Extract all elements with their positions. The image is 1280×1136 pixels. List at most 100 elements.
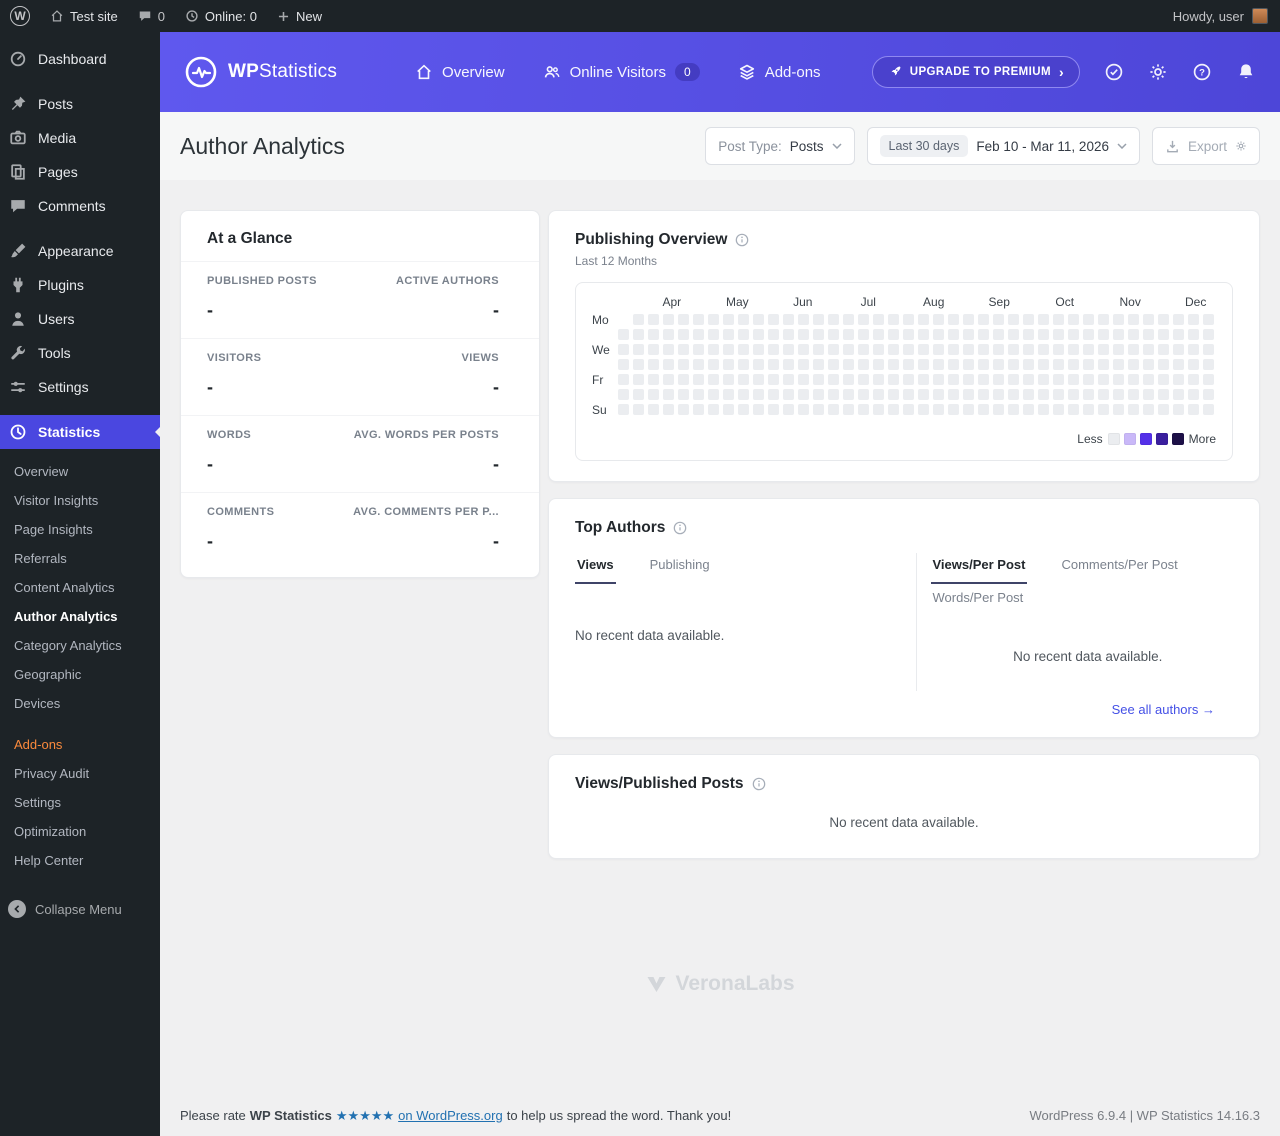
heatmap-cell xyxy=(1023,329,1034,340)
date-range-picker[interactable]: Last 30 days Feb 10 - Mar 11, 2026 xyxy=(866,127,1140,165)
export-button[interactable]: Export xyxy=(1151,127,1260,165)
sidebar-item-users[interactable]: Users xyxy=(0,302,160,336)
header-nav-online-visitors[interactable]: Online Visitors 0 xyxy=(543,63,700,81)
account-menu[interactable]: Howdy, user xyxy=(1161,0,1280,32)
sidebar-item-pages[interactable]: Pages xyxy=(0,155,160,189)
wordpress-menu[interactable]: W xyxy=(0,0,40,32)
heatmap-cell xyxy=(738,389,749,400)
sidebar-item-appearance[interactable]: Appearance xyxy=(0,234,160,268)
tab-publishing[interactable]: Publishing xyxy=(648,553,712,584)
wordpress-org-link[interactable]: on WordPress.org xyxy=(398,1108,503,1123)
collapse-menu-button[interactable]: Collapse Menu xyxy=(0,891,160,927)
sidebar-item-plugins[interactable]: Plugins xyxy=(0,268,160,302)
heatmap-cell xyxy=(633,389,644,400)
heatmap-cell xyxy=(993,404,1004,415)
submenu-item-settings[interactable]: Settings xyxy=(0,788,160,817)
submenu-item-visitor-insights[interactable]: Visitor Insights xyxy=(0,486,160,515)
post-type-dropdown[interactable]: Post Type: Posts xyxy=(705,127,855,165)
heatmap-cell xyxy=(918,389,929,400)
heatmap-cell xyxy=(648,359,659,370)
submenu-item-referrals[interactable]: Referrals xyxy=(0,544,160,573)
heatmap-cell xyxy=(1098,329,1109,340)
upgrade-premium-button[interactable]: UPGRADE TO PREMIUM › xyxy=(871,56,1080,88)
heatmap-cell xyxy=(978,359,989,370)
sidebar-item-tools[interactable]: Tools xyxy=(0,336,160,370)
heatmap-cell xyxy=(828,329,839,340)
heatmap-cell xyxy=(648,344,659,355)
legend-color-swatch xyxy=(1107,433,1120,445)
heatmap-cell xyxy=(768,329,779,340)
submenu-item-page-insights[interactable]: Page Insights xyxy=(0,515,160,544)
heatmap-cell xyxy=(843,329,854,340)
header-nav-add-ons[interactable]: Add-ons xyxy=(738,63,821,81)
publishing-overview-card: Publishing Overview Last 12 Months Apr Ma… xyxy=(548,210,1260,482)
heatmap-cell xyxy=(813,359,824,370)
bell-icon[interactable] xyxy=(1236,62,1256,82)
tab-views-per-post[interactable]: Views/Per Post xyxy=(930,553,1028,584)
comments-count: 0 xyxy=(157,8,165,24)
submenu-item-content-analytics[interactable]: Content Analytics xyxy=(0,573,160,602)
heatmap-cell xyxy=(828,389,839,400)
submenu-item-privacy-audit[interactable]: Privacy Audit xyxy=(0,759,160,788)
appearance-icon xyxy=(8,241,28,261)
sidebar-item-settings[interactable]: Settings xyxy=(0,370,160,404)
heatmap-cell xyxy=(933,359,944,370)
check-circle-icon[interactable] xyxy=(1104,62,1124,82)
tab-views[interactable]: Views xyxy=(575,553,616,584)
submenu-item-overview[interactable]: Overview xyxy=(0,457,160,486)
info-icon[interactable] xyxy=(735,233,749,247)
submenu-item-add-ons[interactable]: Add-ons xyxy=(0,730,160,759)
submenu-item-help-center[interactable]: Help Center xyxy=(0,846,160,875)
heatmap-cell xyxy=(648,329,659,340)
heatmap-cell xyxy=(693,314,704,325)
heatmap-cell xyxy=(1158,314,1169,325)
submenu-item-optimization[interactable]: Optimization xyxy=(0,817,160,846)
heatmap-cell xyxy=(873,329,884,340)
glance-stat-row: PUBLISHED POSTS - ACTIVE AUTHORS - xyxy=(181,261,539,338)
stat-label: PUBLISHED POSTS xyxy=(207,275,317,287)
see-all-authors-link[interactable]: See all authors → xyxy=(1112,702,1215,717)
rating-stars[interactable]: ★★★★★ xyxy=(336,1108,394,1124)
heatmap-day-label: We xyxy=(592,343,610,357)
heatmap-cell xyxy=(903,329,914,340)
new-content-link[interactable]: New xyxy=(267,0,332,32)
sidebar-item-dashboard[interactable]: Dashboard xyxy=(0,42,160,76)
heatmap-cell xyxy=(798,359,809,370)
header-nav-overview[interactable]: Overview xyxy=(415,63,505,81)
gear-icon[interactable] xyxy=(1148,62,1168,82)
submenu-item-category-analytics[interactable]: Category Analytics xyxy=(0,631,160,660)
submenu-item-author-analytics[interactable]: Author Analytics xyxy=(0,602,160,631)
heatmap-cell xyxy=(753,314,764,325)
heatmap-legend: Less More xyxy=(592,432,1216,446)
heatmap-cell xyxy=(993,359,1004,370)
sidebar-item-label: Appearance xyxy=(38,243,114,259)
heatmap-cell xyxy=(633,359,644,370)
help-circle-icon[interactable]: ? xyxy=(1192,62,1212,82)
stat-value: - xyxy=(493,531,499,551)
publishing-overview-subtitle: Last 12 Months xyxy=(575,254,658,268)
comments-admin-link[interactable]: 0 xyxy=(128,0,175,32)
info-icon[interactable] xyxy=(752,777,766,791)
submenu-item-devices[interactable]: Devices xyxy=(0,689,160,718)
heatmap-cell xyxy=(933,404,944,415)
heatmap-cell xyxy=(663,389,674,400)
sidebar-item-media[interactable]: Media xyxy=(0,121,160,155)
tab-comments-per-post[interactable]: Comments/Per Post xyxy=(1059,553,1179,584)
sidebar-item-comments[interactable]: Comments xyxy=(0,189,160,223)
submenu-item-geographic[interactable]: Geographic xyxy=(0,660,160,689)
heatmap-cell xyxy=(1158,404,1169,415)
heatmap-cell xyxy=(1173,374,1184,385)
sidebar-item-posts[interactable]: Posts xyxy=(0,87,160,121)
info-icon[interactable] xyxy=(673,521,687,535)
online-users-link[interactable]: Online: 0 xyxy=(175,0,267,32)
tab-words-per-post[interactable]: Words/Per Post xyxy=(931,586,1026,617)
heatmap-cell xyxy=(738,314,749,325)
heatmap-cell xyxy=(1023,404,1034,415)
sidebar-item-statistics[interactable]: Statistics xyxy=(0,415,160,449)
chevron-down-icon xyxy=(1117,143,1127,149)
heatmap-cell xyxy=(618,359,629,370)
footer-version-text: WordPress 6.9.4 | WP Statistics 14.16.3 xyxy=(1029,1108,1261,1123)
site-name-link[interactable]: Test site xyxy=(40,0,128,32)
post-type-label: Post Type: xyxy=(718,138,782,154)
wp-statistics-brand[interactable]: WPStatistics xyxy=(184,55,337,89)
